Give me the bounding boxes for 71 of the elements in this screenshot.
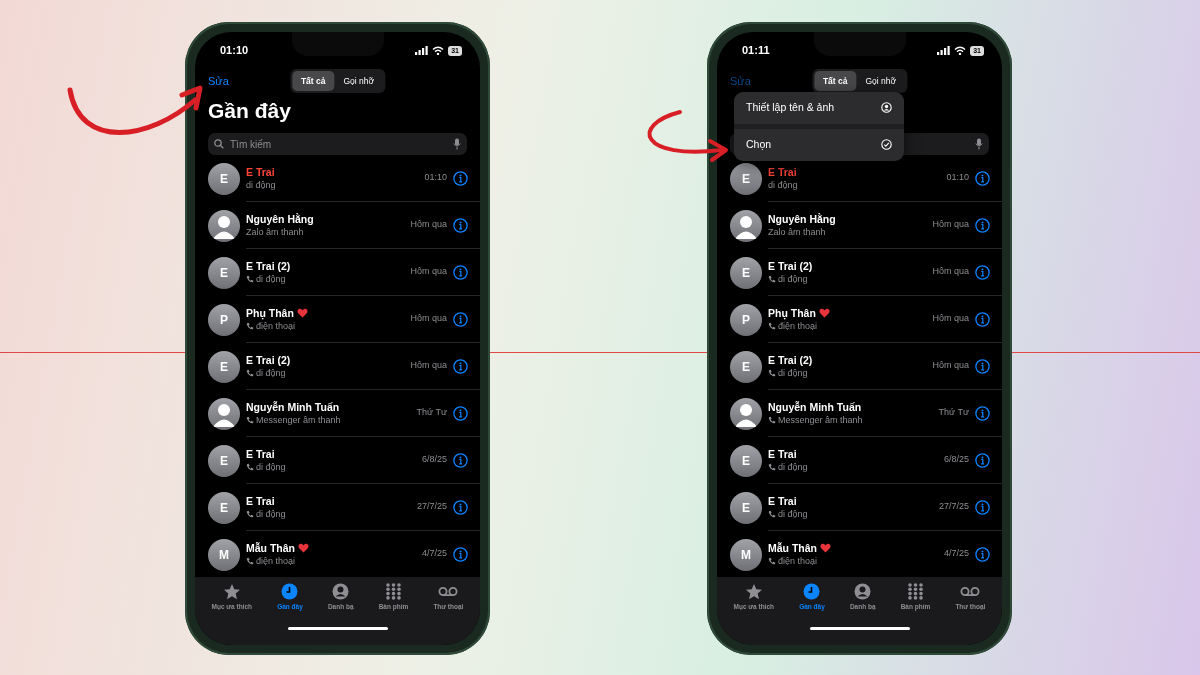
call-type: di động (246, 178, 276, 191)
contact-name: E Trai (246, 494, 275, 508)
contact-name: Phụ Thân (768, 306, 816, 320)
avatar: E (730, 350, 762, 383)
call-type: Zalo âm thanh (246, 225, 304, 238)
call-time: 01:10 (424, 171, 447, 185)
call-time: Hôm qua (932, 312, 969, 326)
contact-name: Nguyễn Minh Tuấn (246, 400, 340, 414)
call-type: di động (778, 366, 808, 379)
call-type: Zalo âm thanh (768, 225, 826, 238)
contact-name: E Trai (246, 447, 275, 461)
call-time: 27/7/25 (416, 500, 447, 514)
call-type: di động (778, 507, 808, 520)
call-time: 6/8/25 (421, 453, 447, 467)
avatar: E (208, 491, 240, 524)
call-time: Hôm qua (932, 359, 969, 373)
call-time: Hôm qua (410, 359, 447, 373)
call-time: Hôm qua (932, 265, 969, 279)
call-type: điện thoại (778, 320, 818, 332)
avatar: E (730, 444, 762, 477)
call-type: Messenger âm thanh (778, 413, 863, 426)
call-time: Thứ Tư (416, 406, 447, 420)
avatar: E (730, 256, 762, 289)
call-type: điện thoại (256, 554, 296, 567)
call-time: 6/8/25 (943, 453, 969, 467)
contact-name: Phụ Thân (246, 306, 294, 320)
contact-name: Nguyên Hằng (768, 212, 836, 226)
call-type: điện thoại (778, 554, 818, 567)
call-time: 4/7/25 (421, 547, 447, 561)
avatar: E (208, 444, 240, 477)
avatar: E (208, 256, 240, 289)
contact-name: E Trai (2) (246, 353, 291, 367)
call-type: di động (256, 272, 286, 285)
call-time: Hôm qua (410, 218, 447, 232)
avatar: M (730, 538, 762, 571)
call-type: điện thoại (256, 320, 296, 332)
contact-name: E Trai (2) (768, 353, 813, 367)
call-time: 01:10 (946, 171, 969, 185)
avatar: P (208, 303, 240, 336)
contact-name: E Trai (768, 494, 797, 508)
call-type: di động (256, 366, 286, 379)
call-time: Hôm qua (410, 265, 447, 279)
call-type: di động (778, 460, 808, 473)
call-type: di động (778, 272, 808, 285)
call-time: 27/7/25 (938, 500, 969, 514)
page-title: Gần đây (207, 98, 292, 124)
call-time: Hôm qua (410, 312, 447, 326)
contact-name: Mẫu Thân (246, 541, 295, 555)
contact-name: E Trai (768, 165, 797, 179)
contact-name: E Trai (246, 165, 275, 179)
avatar: E (730, 491, 762, 524)
avatar: P (730, 303, 762, 336)
contact-name: Mẫu Thân (768, 541, 817, 555)
avatar: E (208, 350, 240, 383)
avatar: E (730, 162, 762, 195)
call-type: di động (768, 178, 798, 191)
call-type: di động (256, 507, 286, 520)
contact-name: E Trai (2) (246, 259, 291, 273)
status-time: 01:11 (742, 43, 770, 59)
avatar: E (208, 162, 240, 195)
call-time: 4/7/25 (943, 547, 969, 561)
call-type: di động (256, 460, 286, 473)
call-time: Hôm qua (932, 218, 969, 232)
call-time: Thứ Tư (938, 406, 969, 420)
call-type: Messenger âm thanh (256, 413, 341, 426)
contact-name: Nguyên Hằng (246, 212, 314, 226)
contact-name: E Trai (2) (768, 259, 813, 273)
contact-name: Nguyễn Minh Tuấn (768, 400, 862, 414)
avatar: M (208, 538, 240, 571)
contact-name: E Trai (768, 447, 797, 461)
status-time: 01:10 (220, 43, 249, 59)
